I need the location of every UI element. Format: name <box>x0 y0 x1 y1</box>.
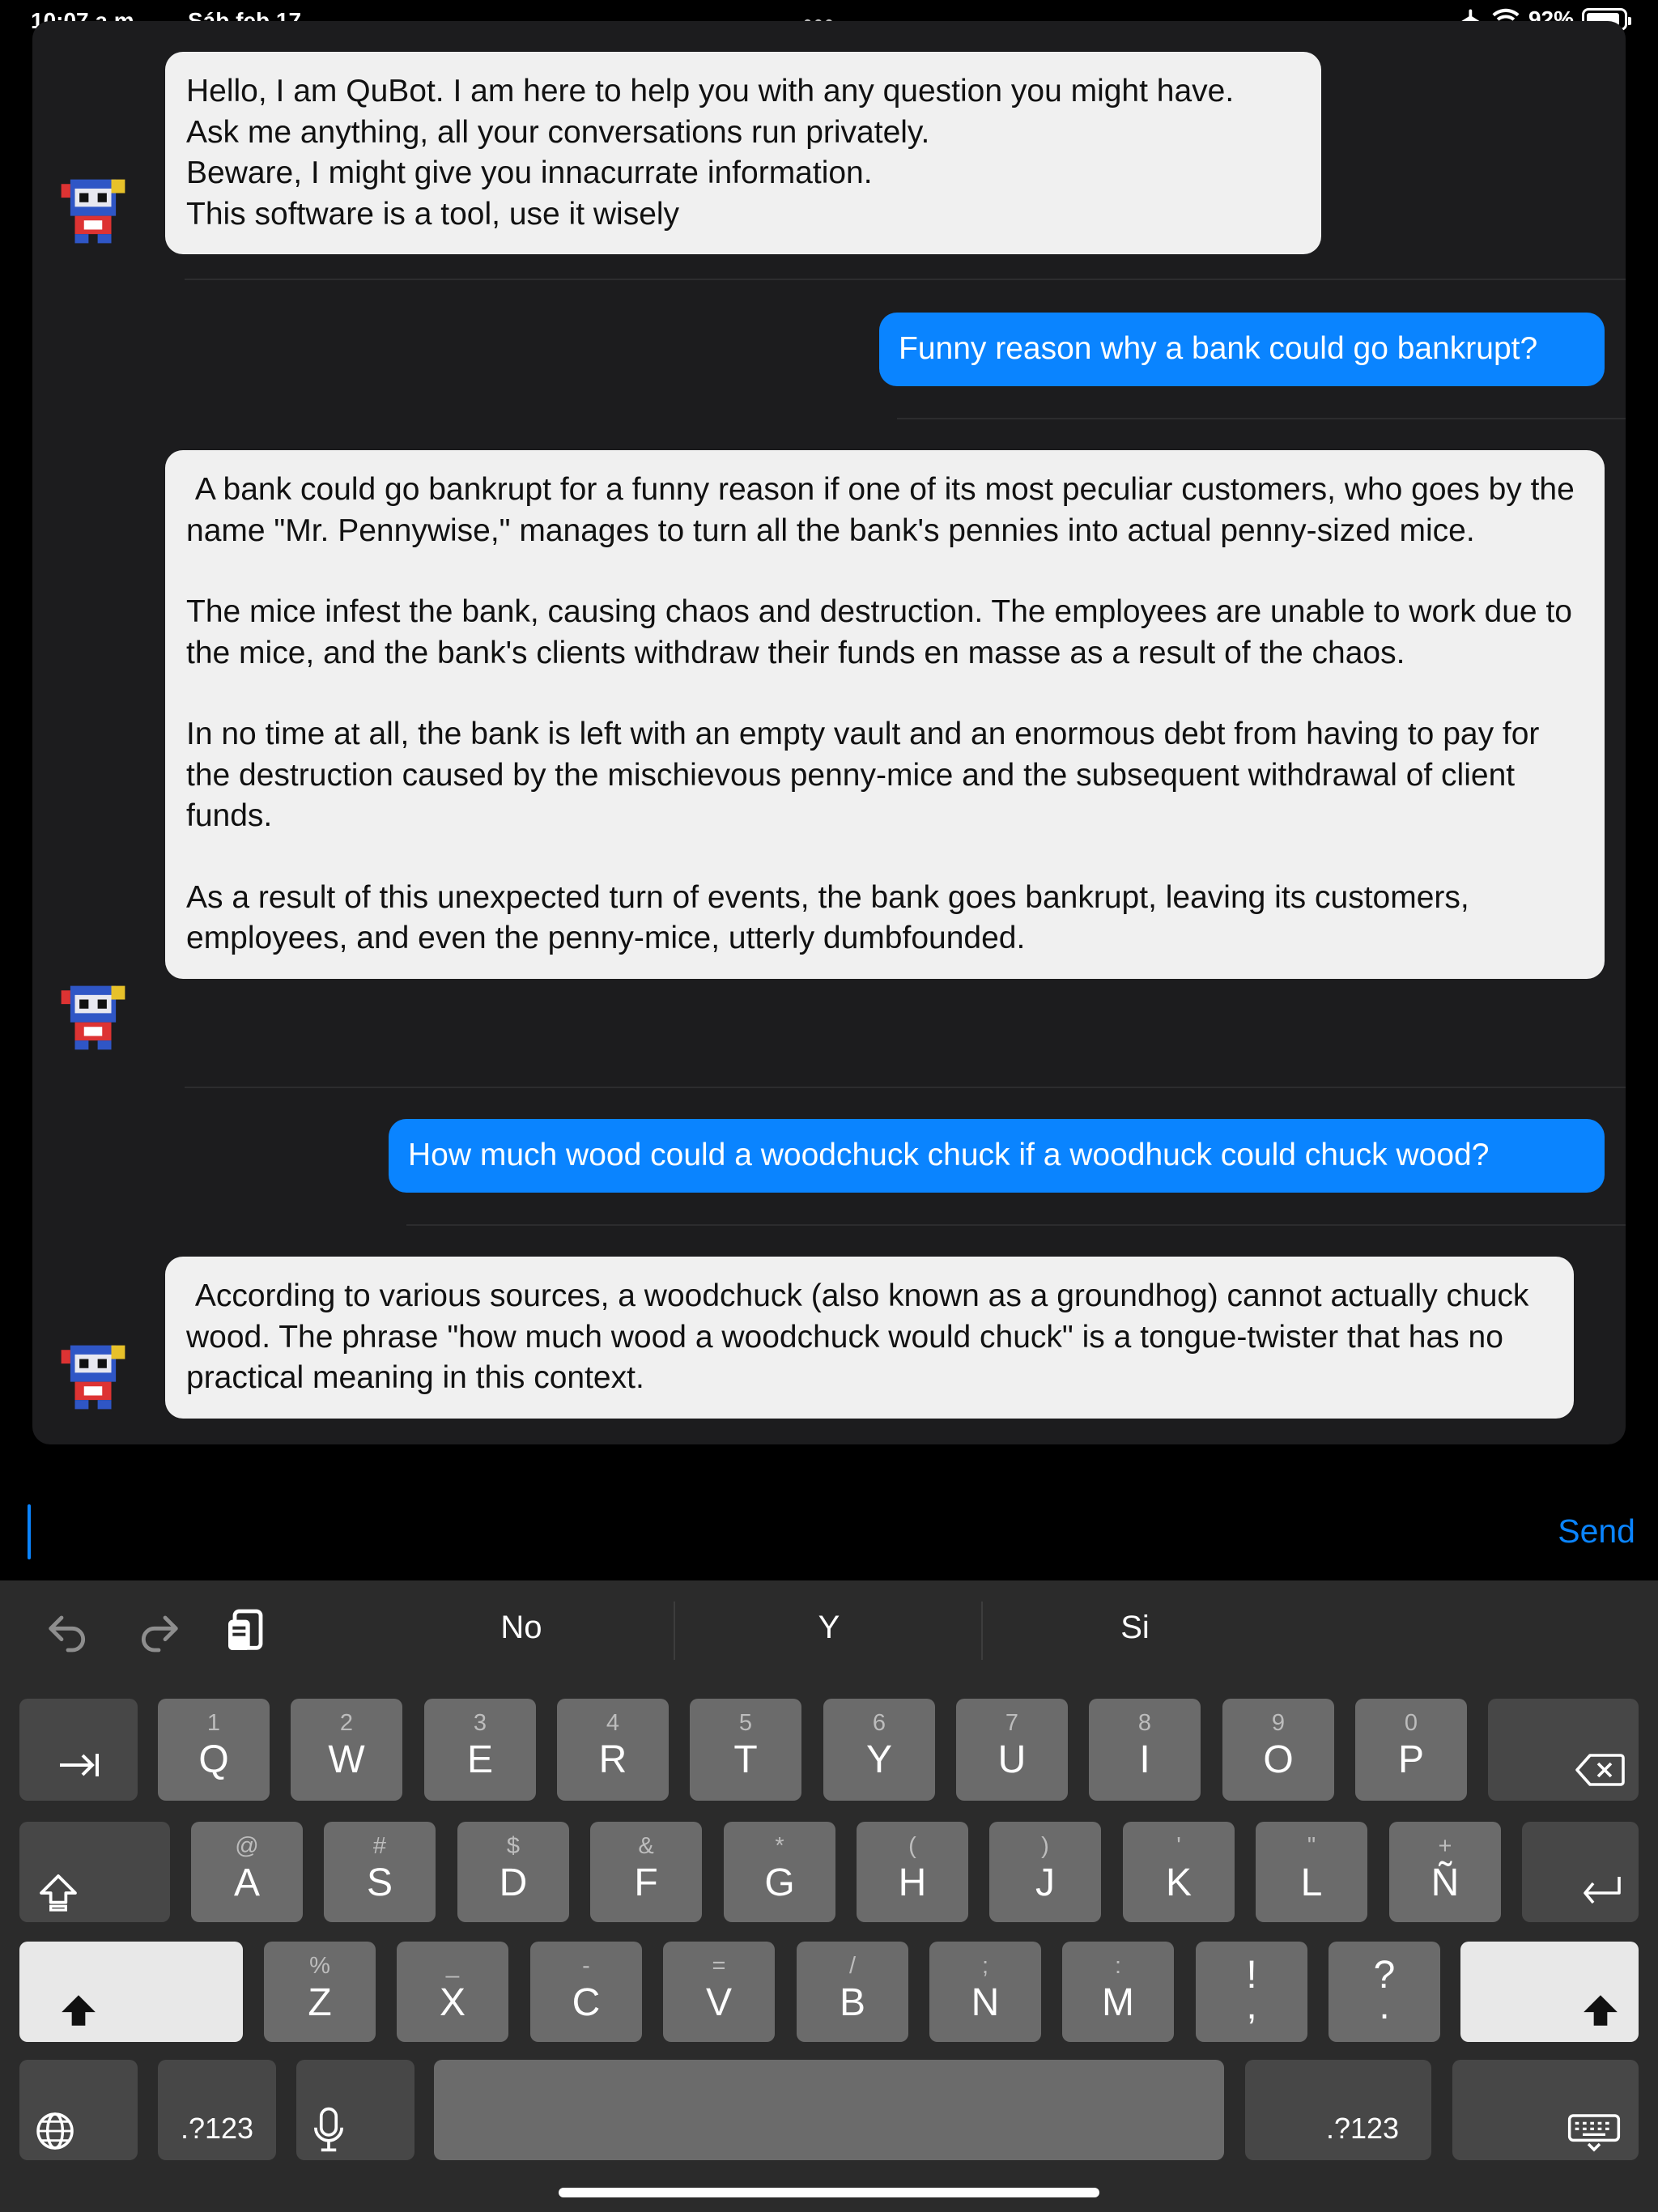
bot-message: According to various sources, a woodchuc… <box>165 1257 1574 1419</box>
redo-icon[interactable] <box>133 1605 185 1657</box>
shift-icon <box>62 1995 96 2026</box>
caps-lock-icon <box>40 1874 77 1912</box>
backspace-icon <box>1575 1754 1625 1786</box>
dictation-key[interactable] <box>296 2060 414 2160</box>
key-d[interactable]: $ D <box>457 1822 569 1922</box>
message-divider <box>406 1224 1626 1226</box>
suggestion-item[interactable]: Y <box>708 1610 950 1646</box>
backspace-key[interactable] <box>1488 1699 1639 1801</box>
bot-message: A bank could go bankrupt for a funny rea… <box>165 450 1605 979</box>
key-o[interactable]: 9O <box>1222 1699 1334 1801</box>
key-l[interactable]: " L <box>1256 1822 1367 1922</box>
suggestion-divider <box>981 1602 983 1660</box>
shift-key[interactable] <box>19 1942 243 2042</box>
message-paragraph: A bank could go bankrupt for a funny rea… <box>186 472 1584 548</box>
message-divider <box>185 1087 1626 1088</box>
caps-lock-key[interactable] <box>19 1822 170 1922</box>
key-w[interactable]: 2W <box>291 1699 402 1801</box>
paste-icon[interactable] <box>222 1605 274 1657</box>
message-text: How much wood could a woodchuck chuck if… <box>408 1138 1490 1172</box>
suggestion-divider <box>674 1602 675 1660</box>
globe-icon <box>36 2112 74 2150</box>
user-message: How much wood could a woodchuck chuck if… <box>389 1119 1605 1193</box>
tab-key[interactable] <box>19 1699 138 1801</box>
bot-message: Hello, I am QuBot. I am here to help you… <box>165 52 1321 254</box>
microphone-icon <box>314 2107 343 2152</box>
key-v[interactable]: = V <box>663 1942 775 2042</box>
suggestion-item[interactable]: Si <box>1014 1610 1256 1646</box>
message-divider <box>185 279 1626 280</box>
key-r[interactable]: 4R <box>557 1699 669 1801</box>
message-divider <box>897 418 1626 419</box>
key-h[interactable]: (H <box>857 1822 968 1922</box>
message-paragraph: In no time at all, the bank is left with… <box>186 717 1549 833</box>
globe-key[interactable] <box>19 2060 138 2160</box>
tab-icon <box>60 1754 99 1776</box>
key-n[interactable]: ; N <box>929 1942 1041 2042</box>
key-e[interactable]: 3E <box>424 1699 536 1801</box>
shift-icon <box>1584 1995 1618 2026</box>
space-bar[interactable] <box>434 2060 1224 2160</box>
numbers-key-left[interactable]: .?123 <box>158 2060 276 2160</box>
message-paragraph: The mice infest the bank, causing chaos … <box>186 594 1581 670</box>
key-j[interactable]: ) J <box>989 1822 1101 1922</box>
key-c[interactable]: -C <box>530 1942 642 2042</box>
message-paragraph: As a result of this unexpected turn of e… <box>186 879 1478 956</box>
key-z[interactable]: % Z <box>264 1942 376 2042</box>
key-g[interactable]: * G <box>724 1822 835 1922</box>
keyboard: No Y Si 1Q 2W 3E 4R 5T 6Y 7U 8I 9O 0P @ A… <box>0 1580 1658 2212</box>
key-m[interactable]: :M <box>1062 1942 1174 2042</box>
key-enye[interactable]: + Ñ <box>1389 1822 1501 1922</box>
suggestion-item[interactable]: No <box>400 1610 643 1646</box>
user-message: Funny reason why a bank could go bankrup… <box>879 313 1605 386</box>
return-icon <box>1584 1877 1621 1904</box>
message-paragraph: Hello, I am QuBot. I am here to help you… <box>186 74 1235 232</box>
dismiss-keyboard-key[interactable] <box>1452 2060 1639 2160</box>
key-u[interactable]: 7U <box>956 1699 1068 1801</box>
bot-avatar-icon <box>61 1345 125 1410</box>
message-input[interactable] <box>28 1504 31 1559</box>
key-b[interactable]: / B <box>797 1942 908 2042</box>
chat-panel[interactable]: Hello, I am QuBot. I am here to help you… <box>32 21 1626 1444</box>
undo-icon[interactable] <box>42 1605 94 1657</box>
key-p[interactable]: 0P <box>1355 1699 1467 1801</box>
key-y[interactable]: 6Y <box>823 1699 935 1801</box>
key-x[interactable]: _ X <box>397 1942 508 2042</box>
keyboard-dismiss-icon <box>1567 2114 1621 2152</box>
return-key[interactable] <box>1522 1822 1639 1922</box>
key-s[interactable]: # S <box>324 1822 436 1922</box>
key-a[interactable]: @ A <box>191 1822 303 1922</box>
key-comma[interactable]: !, <box>1196 1942 1307 2042</box>
bot-avatar-icon <box>61 985 125 1050</box>
key-i[interactable]: 8I <box>1089 1699 1201 1801</box>
key-f[interactable]: & F <box>590 1822 702 1922</box>
send-button[interactable]: Send <box>1558 1512 1635 1551</box>
key-t[interactable]: 5T <box>690 1699 801 1801</box>
bot-avatar-icon <box>61 179 125 244</box>
message-text: Funny reason why a bank could go bankrup… <box>899 331 1538 366</box>
key-q[interactable]: 1Q <box>158 1699 270 1801</box>
home-indicator[interactable] <box>559 2188 1099 2197</box>
numbers-key-right[interactable]: .?123 <box>1245 2060 1431 2160</box>
key-k[interactable]: ' K <box>1123 1822 1235 1922</box>
key-period[interactable]: ?. <box>1329 1942 1440 2042</box>
message-paragraph: According to various sources, a woodchuc… <box>186 1278 1538 1395</box>
shift-key-right[interactable] <box>1460 1942 1639 2042</box>
